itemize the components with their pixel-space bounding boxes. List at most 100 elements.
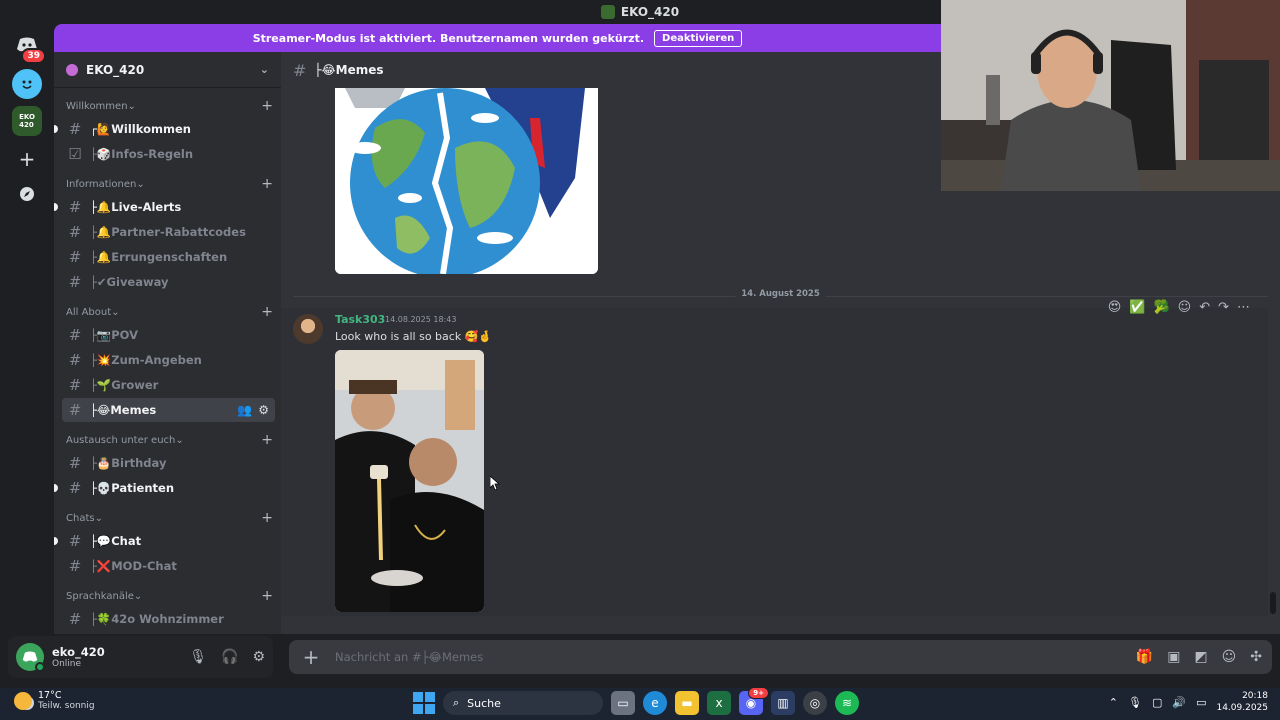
- message-input[interactable]: [335, 650, 1136, 664]
- sidebar-channel[interactable]: # ├💀Patienten: [54, 476, 275, 500]
- display-icon[interactable]: ▢: [1152, 696, 1162, 709]
- avatar[interactable]: [16, 643, 45, 672]
- forward-icon[interactable]: ↷: [1218, 300, 1229, 315]
- category-header[interactable]: All About ⌄ +: [54, 302, 281, 322]
- reply-icon[interactable]: ↶: [1199, 300, 1210, 315]
- unread-indicator: [54, 125, 58, 133]
- hash-icon: #: [68, 376, 82, 394]
- spotify-icon[interactable]: ≋: [835, 691, 859, 715]
- gear-icon[interactable]: ⚙: [252, 649, 265, 665]
- clock[interactable]: 20:18 14.09.2025: [1216, 690, 1268, 714]
- category-header[interactable]: Willkommen ⌄ +: [54, 96, 281, 116]
- channel-sidebar: EKO_420 ⌄ Willkommen ⌄ + # ┌🙋Willkommen ☑ ├🎲I…: [54, 52, 281, 634]
- date-divider: 14. August 2025: [293, 289, 1268, 299]
- create-channel-icon[interactable]: +: [261, 98, 273, 114]
- search-icon: ⌕: [453, 696, 460, 709]
- discord-taskbar-icon[interactable]: ◉ 9+: [739, 687, 769, 715]
- category-header[interactable]: Austausch unter euch ⌄ +: [54, 430, 281, 450]
- weather-icon: [14, 691, 32, 710]
- sidebar-channel[interactable]: # ├🌱Grower: [62, 373, 275, 397]
- reaction-2[interactable]: ✅: [1129, 300, 1145, 315]
- sidebar-channel[interactable]: # ├😂Memes 👥 ⚙: [62, 398, 275, 422]
- add-reaction-icon[interactable]: ☺: [1178, 300, 1192, 315]
- create-channel-icon[interactable]: +: [261, 588, 273, 604]
- channel-label: ├😂Memes: [90, 403, 157, 417]
- gear-icon[interactable]: ⚙: [258, 403, 269, 417]
- sidebar-channel[interactable]: ☑ ├🎲Infos-Regeln: [62, 142, 275, 166]
- rules-check-icon: ☑: [68, 145, 82, 163]
- server-avatar-smile[interactable]: [12, 69, 42, 99]
- chevron-down-icon: ⌄: [136, 178, 145, 190]
- chevron-up-icon[interactable]: ⌃: [1109, 696, 1118, 709]
- task-view-icon[interactable]: ▭: [611, 691, 635, 715]
- headphones-icon[interactable]: 🎧: [221, 649, 238, 665]
- excel-icon[interactable]: x: [707, 691, 731, 715]
- channel-label: ├🎲Infos-Regeln: [90, 147, 194, 161]
- sidebar-channel[interactable]: # ┌🙋Willkommen: [54, 117, 275, 141]
- obs-icon[interactable]: ◎: [803, 691, 827, 715]
- emoji-icon[interactable]: ☺: [1222, 649, 1237, 665]
- reaction-3[interactable]: 🥦: [1153, 300, 1169, 315]
- chevron-down-icon: ⌄: [111, 306, 120, 318]
- sidebar-channel[interactable]: # ├❌MOD-Chat: [62, 554, 275, 578]
- add-attachment-icon[interactable]: +: [299, 645, 323, 669]
- taskbar-search[interactable]: ⌕ Suche: [443, 691, 603, 715]
- create-channel-icon[interactable]: +: [261, 176, 273, 192]
- weather-widget[interactable]: 17°C Teilw. sonnig: [14, 690, 95, 711]
- create-channel-icon[interactable]: +: [261, 432, 273, 448]
- message-author[interactable]: Task303: [335, 313, 385, 326]
- avatar[interactable]: [293, 314, 323, 344]
- scrollbar[interactable]: [1270, 592, 1276, 614]
- message-actions: 😍 ✅ 🥦 ☺ ↶ ↷ ⋯: [1108, 300, 1250, 315]
- category-header[interactable]: Chats ⌄ +: [54, 508, 281, 528]
- server-eko-icon[interactable]: EKO 420: [12, 106, 42, 136]
- sidebar-channel[interactable]: # ├🎂Birthday: [62, 451, 275, 475]
- gif-icon[interactable]: ▣: [1167, 649, 1180, 665]
- deactivate-button[interactable]: Deaktivieren: [654, 29, 743, 47]
- sticker-icon[interactable]: ◩: [1194, 649, 1207, 665]
- sidebar-channel[interactable]: # ├✔Giveaway: [62, 270, 275, 294]
- sidebar-channel[interactable]: # ├💬Chat: [54, 529, 275, 553]
- server-name: EKO_420: [86, 62, 145, 77]
- add-server-icon[interactable]: +: [12, 144, 42, 174]
- gift-icon[interactable]: 🎁: [1136, 649, 1153, 665]
- microphone-tray-icon[interactable]: 🎙: [1128, 696, 1142, 709]
- sidebar-channel[interactable]: # ├🔔Live-Alerts: [54, 195, 275, 219]
- chevron-down-icon: ⌄: [127, 100, 136, 112]
- create-channel-icon[interactable]: +: [261, 510, 273, 526]
- battery-icon[interactable]: ▭: [1196, 696, 1206, 709]
- windows-start-icon[interactable]: [413, 692, 435, 714]
- sidebar-channel[interactable]: # ├📷POV: [62, 323, 275, 347]
- sidebar-channel[interactable]: # ├🔔Errungenschaften: [62, 245, 275, 269]
- taskbar-apps: ⌕ Suche ▭ e ▬ x ◉ 9+ ▥ ◎ ≋: [413, 687, 859, 715]
- microphone-icon[interactable]: 🎙: [189, 649, 207, 665]
- message-timestamp: 14.08.2025 18:43: [385, 315, 457, 324]
- category-name: Sprachkanäle: [66, 590, 134, 602]
- edge-browser-icon[interactable]: e: [643, 691, 667, 715]
- app-icon[interactable]: ▥: [771, 691, 795, 715]
- volume-icon[interactable]: 🔊: [1172, 696, 1186, 709]
- file-explorer-icon[interactable]: ▬: [675, 691, 699, 715]
- invite-icon[interactable]: 👥: [237, 403, 252, 417]
- explore-icon[interactable]: [12, 179, 42, 209]
- category-header[interactable]: Sprachkanäle ⌄ +: [54, 586, 281, 606]
- meme-image-photo[interactable]: [335, 350, 484, 612]
- message[interactable]: 😍 ✅ 🥦 ☺ ↶ ↷ ⋯ Task303 14.08.2025 18:43 L…: [281, 300, 1268, 616]
- server-header[interactable]: EKO_420 ⌄: [54, 52, 281, 88]
- sidebar-channel[interactable]: # ├💥Zum-Angeben: [62, 348, 275, 372]
- chevron-down-icon: ⌄: [94, 512, 103, 524]
- reaction-1[interactable]: 😍: [1108, 300, 1122, 315]
- create-channel-icon[interactable]: +: [261, 304, 273, 320]
- meme-image-globe[interactable]: [335, 88, 598, 274]
- hash-icon: #: [68, 610, 82, 628]
- category-name: Chats: [66, 512, 95, 524]
- server-icon: [600, 5, 615, 19]
- category-header[interactable]: Informationen ⌄ +: [54, 174, 281, 194]
- sidebar-channel[interactable]: # ├🍀42o Wohnzimmer: [62, 607, 275, 631]
- channel-label: ├🌱Grower: [90, 378, 159, 392]
- more-options-icon[interactable]: ⋯: [1237, 300, 1250, 315]
- user-panel: eko_420 Online 🎙 🎧 ⚙: [8, 636, 273, 678]
- direct-messages-icon[interactable]: 39: [12, 30, 46, 64]
- apps-icon[interactable]: ✣: [1250, 649, 1262, 665]
- sidebar-channel[interactable]: # ├🔔Partner-Rabattcodes: [62, 220, 275, 244]
